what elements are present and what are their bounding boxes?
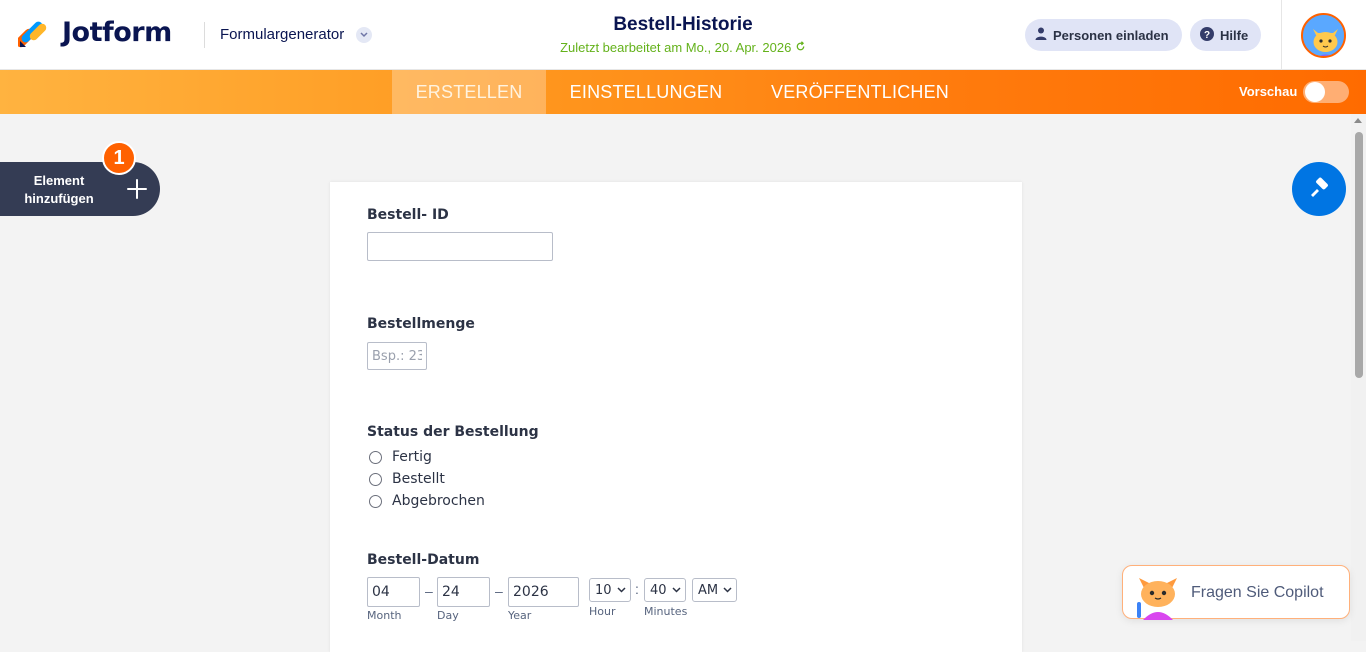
last-edited-status: Zuletzt bearbeitet am Mo., 20. Apr. 2026 — [500, 40, 866, 55]
scroll-thumb[interactable] — [1355, 132, 1363, 378]
form-title-block: Bestell-Historie Zuletzt bearbeitet am M… — [500, 14, 866, 55]
ampm-select-value: AM — [698, 582, 719, 598]
chevron-down-icon — [723, 587, 732, 593]
add-element-label: Element hinzufügen — [14, 172, 104, 208]
radio-button[interactable] — [369, 494, 382, 508]
radio-label: Abgebrochen — [392, 493, 485, 509]
form-card: Bestell- ID Bestellmenge Status der Best… — [330, 182, 1022, 652]
minutes-select-value: 40 — [650, 582, 667, 598]
jotform-logo[interactable]: Jotform — [15, 16, 172, 48]
form-designer-button[interactable] — [1292, 162, 1346, 216]
page-scrollbar[interactable] — [1351, 114, 1366, 641]
add-element-button[interactable]: Element hinzufügen — [0, 162, 160, 216]
date-separator: – — [425, 583, 433, 599]
main-nav-bar: ERSTELLEN EINSTELLUNGEN VERÖFFENTLICHEN — [0, 70, 1366, 114]
form-title[interactable]: Bestell-Historie — [500, 14, 866, 36]
preview-toggle[interactable] — [1303, 81, 1349, 103]
radio-label: Bestellt — [392, 471, 445, 487]
radio-option-bestellt[interactable]: Bestellt — [369, 471, 445, 487]
question-icon: ? — [1200, 26, 1214, 44]
preview-label: Vorschau — [1239, 84, 1298, 99]
scroll-up-arrow[interactable] — [1354, 118, 1362, 123]
tab-erstellen[interactable]: ERSTELLEN — [392, 70, 546, 114]
form-generator-dropdown[interactable]: Formulargenerator — [220, 26, 373, 43]
month-sublabel: Month — [367, 609, 402, 622]
invite-people-label: Personen einladen — [1053, 27, 1169, 43]
jotform-logo-icon — [15, 16, 50, 48]
chevron-down-icon — [356, 26, 373, 43]
step-badge: 1 — [102, 141, 136, 175]
svg-text:?: ? — [1204, 30, 1210, 41]
copilot-label: Fragen Sie Copilot — [1191, 584, 1324, 601]
help-button[interactable]: ? Hilfe — [1190, 19, 1261, 51]
form-generator-label: Formulargenerator — [220, 26, 345, 43]
quantity-input[interactable] — [367, 342, 427, 370]
ampm-select[interactable]: AM — [692, 578, 737, 602]
question-label-quantity: Bestellmenge — [367, 316, 475, 332]
date-day-input[interactable] — [437, 577, 490, 607]
minutes-sublabel: Minutes — [644, 605, 688, 618]
date-year-input[interactable] — [508, 577, 579, 607]
plus-icon — [126, 178, 148, 200]
copilot-cat-icon — [1137, 578, 1177, 620]
last-edited-text: Zuletzt bearbeitet am Mo., 20. Apr. 2026 — [560, 40, 792, 55]
invite-people-button[interactable]: Personen einladen — [1025, 19, 1182, 51]
refresh-icon[interactable] — [795, 40, 806, 55]
avatar-cat-icon — [1303, 15, 1344, 56]
chevron-down-icon — [672, 587, 681, 593]
help-label: Hilfe — [1220, 27, 1249, 43]
add-element-label-line1: Element — [33, 173, 85, 188]
question-label-order-id: Bestell- ID — [367, 207, 449, 223]
paint-roller-icon — [1311, 177, 1328, 197]
hour-select-value: 10 — [595, 582, 612, 598]
question-label-order-date: Bestell-Datum — [367, 552, 480, 568]
top-header: Jotform Formulargenerator Bestell-Histor… — [0, 0, 1366, 70]
hour-sublabel: Hour — [589, 605, 616, 618]
ask-copilot-button[interactable]: Fragen Sie Copilot — [1122, 565, 1350, 620]
header-divider-right — [1281, 0, 1282, 70]
radio-label: Fertig — [392, 449, 432, 465]
time-separator: : — [635, 581, 639, 597]
radio-option-abgebrochen[interactable]: Abgebrochen — [369, 493, 485, 509]
radio-button[interactable] — [369, 472, 382, 486]
toggle-knob — [1305, 82, 1325, 102]
user-icon — [1035, 27, 1047, 43]
day-sublabel: Day — [437, 609, 459, 622]
header-divider — [204, 22, 205, 48]
year-sublabel: Year — [508, 609, 532, 622]
date-month-input[interactable] — [367, 577, 420, 607]
question-label-status: Status der Bestellung — [367, 424, 539, 440]
chevron-down-icon — [617, 587, 626, 593]
radio-button[interactable] — [369, 450, 382, 464]
hour-select[interactable]: 10 — [589, 578, 631, 602]
radio-option-fertig[interactable]: Fertig — [369, 449, 432, 465]
order-id-input[interactable] — [367, 232, 553, 261]
tab-einstellungen[interactable]: EINSTELLUNGEN — [546, 70, 746, 114]
brand-name: Jotform — [62, 16, 172, 48]
add-element-label-line2: hinzufügen — [24, 191, 94, 206]
avatar[interactable] — [1301, 13, 1346, 58]
minutes-select[interactable]: 40 — [644, 578, 686, 602]
date-separator: – — [495, 583, 503, 599]
tab-veroeffentlichen[interactable]: VERÖFFENTLICHEN — [746, 70, 974, 114]
